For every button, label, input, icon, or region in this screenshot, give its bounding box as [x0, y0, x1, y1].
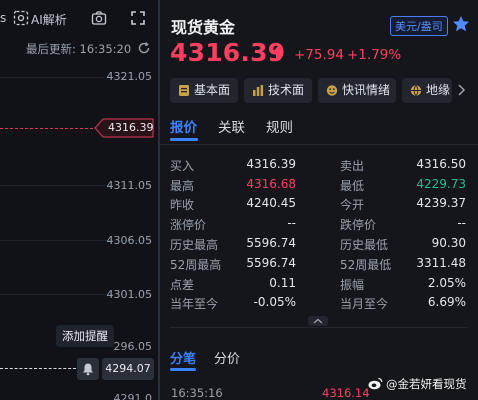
chevron-right-icon[interactable] — [456, 84, 466, 96]
quote-label: 当月至今 — [340, 297, 389, 311]
quote-label: 买入 — [170, 159, 195, 173]
fullscreen-icon[interactable] — [130, 10, 146, 26]
quote-label: 跌停价 — [340, 218, 377, 232]
ai-analysis-button[interactable]: AI解析 — [31, 11, 67, 28]
current-price-flag: 4316.39 — [94, 118, 154, 138]
current-price-flag-label: 4316.39 — [108, 121, 154, 134]
price-axis-tick: 4291.0 — [113, 392, 153, 400]
unit-badge: 美元/盎司 — [390, 16, 448, 36]
quote-value: -0.05% — [253, 295, 296, 309]
quote-label: 最低 — [340, 179, 365, 193]
smile-icon — [326, 85, 338, 96]
chip-label: 地缘 — [426, 83, 451, 97]
alert-price-line — [0, 368, 76, 369]
chip-fundamentals[interactable]: 基本面 — [170, 78, 238, 103]
chip-technicals[interactable]: 技术面 — [244, 78, 312, 103]
quote-value: 4316.39 — [246, 157, 296, 171]
price-axis-tick: 4301.05 — [106, 288, 153, 301]
quote-value: -- — [287, 216, 296, 230]
divider — [160, 144, 478, 145]
quote-label: 今开 — [340, 198, 365, 212]
current-price-line — [0, 128, 98, 129]
quote-label: 历史最低 — [340, 238, 389, 252]
active-tab-indicator — [170, 368, 196, 371]
favorite-star-icon[interactable] — [452, 15, 470, 33]
instrument-title: 现货黄金 — [171, 18, 236, 37]
ai-analysis-icon[interactable] — [13, 10, 29, 26]
quote-value: 3311.48 — [416, 256, 466, 270]
quote-label: 点差 — [170, 278, 195, 292]
chart-toolbar: s AI解析 — [0, 0, 158, 36]
quote-value: 5596.74 — [246, 236, 296, 250]
quote-panel: 现货黄金 美元/盎司 4316.39 +75.94 +1.79% 基本面 技术面 — [160, 0, 478, 400]
weibo-logo-icon — [368, 377, 383, 390]
quote-value: 4239.37 — [416, 196, 466, 210]
quote-value: -- — [457, 216, 466, 230]
quote-value: 4229.73 — [416, 177, 466, 191]
tab-price-levels[interactable]: 分价 — [214, 348, 240, 367]
globe-icon — [410, 84, 422, 97]
quote-label: 52周最低 — [340, 258, 392, 272]
add-alert-button[interactable] — [77, 358, 99, 380]
quote-value: 90.30 — [431, 236, 466, 250]
quote-label: 历史最高 — [170, 238, 219, 252]
quote-value: 2.05% — [427, 276, 466, 290]
quote-value: 6.69% — [427, 295, 466, 309]
chip-geopolitics[interactable]: 地缘 — [402, 78, 452, 103]
tab-related[interactable]: 关联 — [218, 116, 245, 136]
tab-rules[interactable]: 规则 — [266, 116, 293, 136]
price-change: +75.94 — [294, 47, 344, 63]
quote-label: 昨收 — [170, 198, 195, 212]
alert-price-label[interactable]: 4294.07 — [102, 358, 154, 380]
chip-label: 快讯情绪 — [342, 83, 391, 97]
tick-price: 4316.14 — [322, 386, 370, 400]
quote-label: 52周最高 — [170, 258, 222, 272]
refresh-icon[interactable] — [137, 41, 151, 55]
tab-quote[interactable]: 报价 — [170, 116, 197, 136]
bell-icon — [83, 363, 93, 376]
arrow-up-icon — [272, 46, 284, 60]
bar-chart-icon — [253, 85, 264, 96]
divider — [170, 327, 468, 328]
quote-value: 4316.68 — [246, 177, 296, 191]
price-axis-tick: 4311.05 — [106, 179, 153, 192]
collapse-chevron-icon[interactable] — [308, 316, 328, 326]
price-axis-tick: 4321.05 — [106, 70, 153, 83]
quote-label: 当年至今 — [170, 297, 219, 311]
tab-ticks[interactable]: 分笔 — [170, 348, 196, 367]
quote-label: 涨停价 — [170, 218, 207, 232]
quote-value: 0.11 — [269, 276, 296, 290]
quote-value: 4240.45 — [246, 196, 296, 210]
add-alert-tooltip: 添加提醒 — [56, 325, 114, 347]
watermark-text: @金若妍看现货 — [386, 377, 467, 391]
document-icon — [179, 85, 189, 96]
tick-time: 16:35:16 — [171, 386, 223, 400]
camera-icon[interactable] — [91, 10, 107, 26]
price-axis-tick: 4306.05 — [106, 234, 153, 247]
price-change-percent: +1.79% — [347, 47, 402, 63]
chip-news-sentiment[interactable]: 快讯情绪 — [318, 78, 396, 103]
price-axis-tick: 296.05 — [113, 340, 153, 353]
quote-label: 卖出 — [340, 159, 365, 173]
quote-label: 振幅 — [340, 278, 365, 292]
active-tab-indicator — [170, 138, 198, 141]
quote-label: 最高 — [170, 179, 195, 193]
last-price: 4316.39 — [170, 38, 286, 67]
toolbar-fragment: s — [0, 11, 7, 25]
quote-value: 4316.50 — [416, 157, 466, 171]
chart-pane[interactable]: s AI解析 最后更新: 16:35:20 4321.05 4311.05 43… — [0, 0, 158, 400]
quote-value: 5596.74 — [246, 256, 296, 270]
chip-label: 技术面 — [268, 83, 305, 97]
chip-label: 基本面 — [194, 83, 231, 97]
last-update-text: 最后更新: 16:35:20 — [26, 42, 132, 56]
